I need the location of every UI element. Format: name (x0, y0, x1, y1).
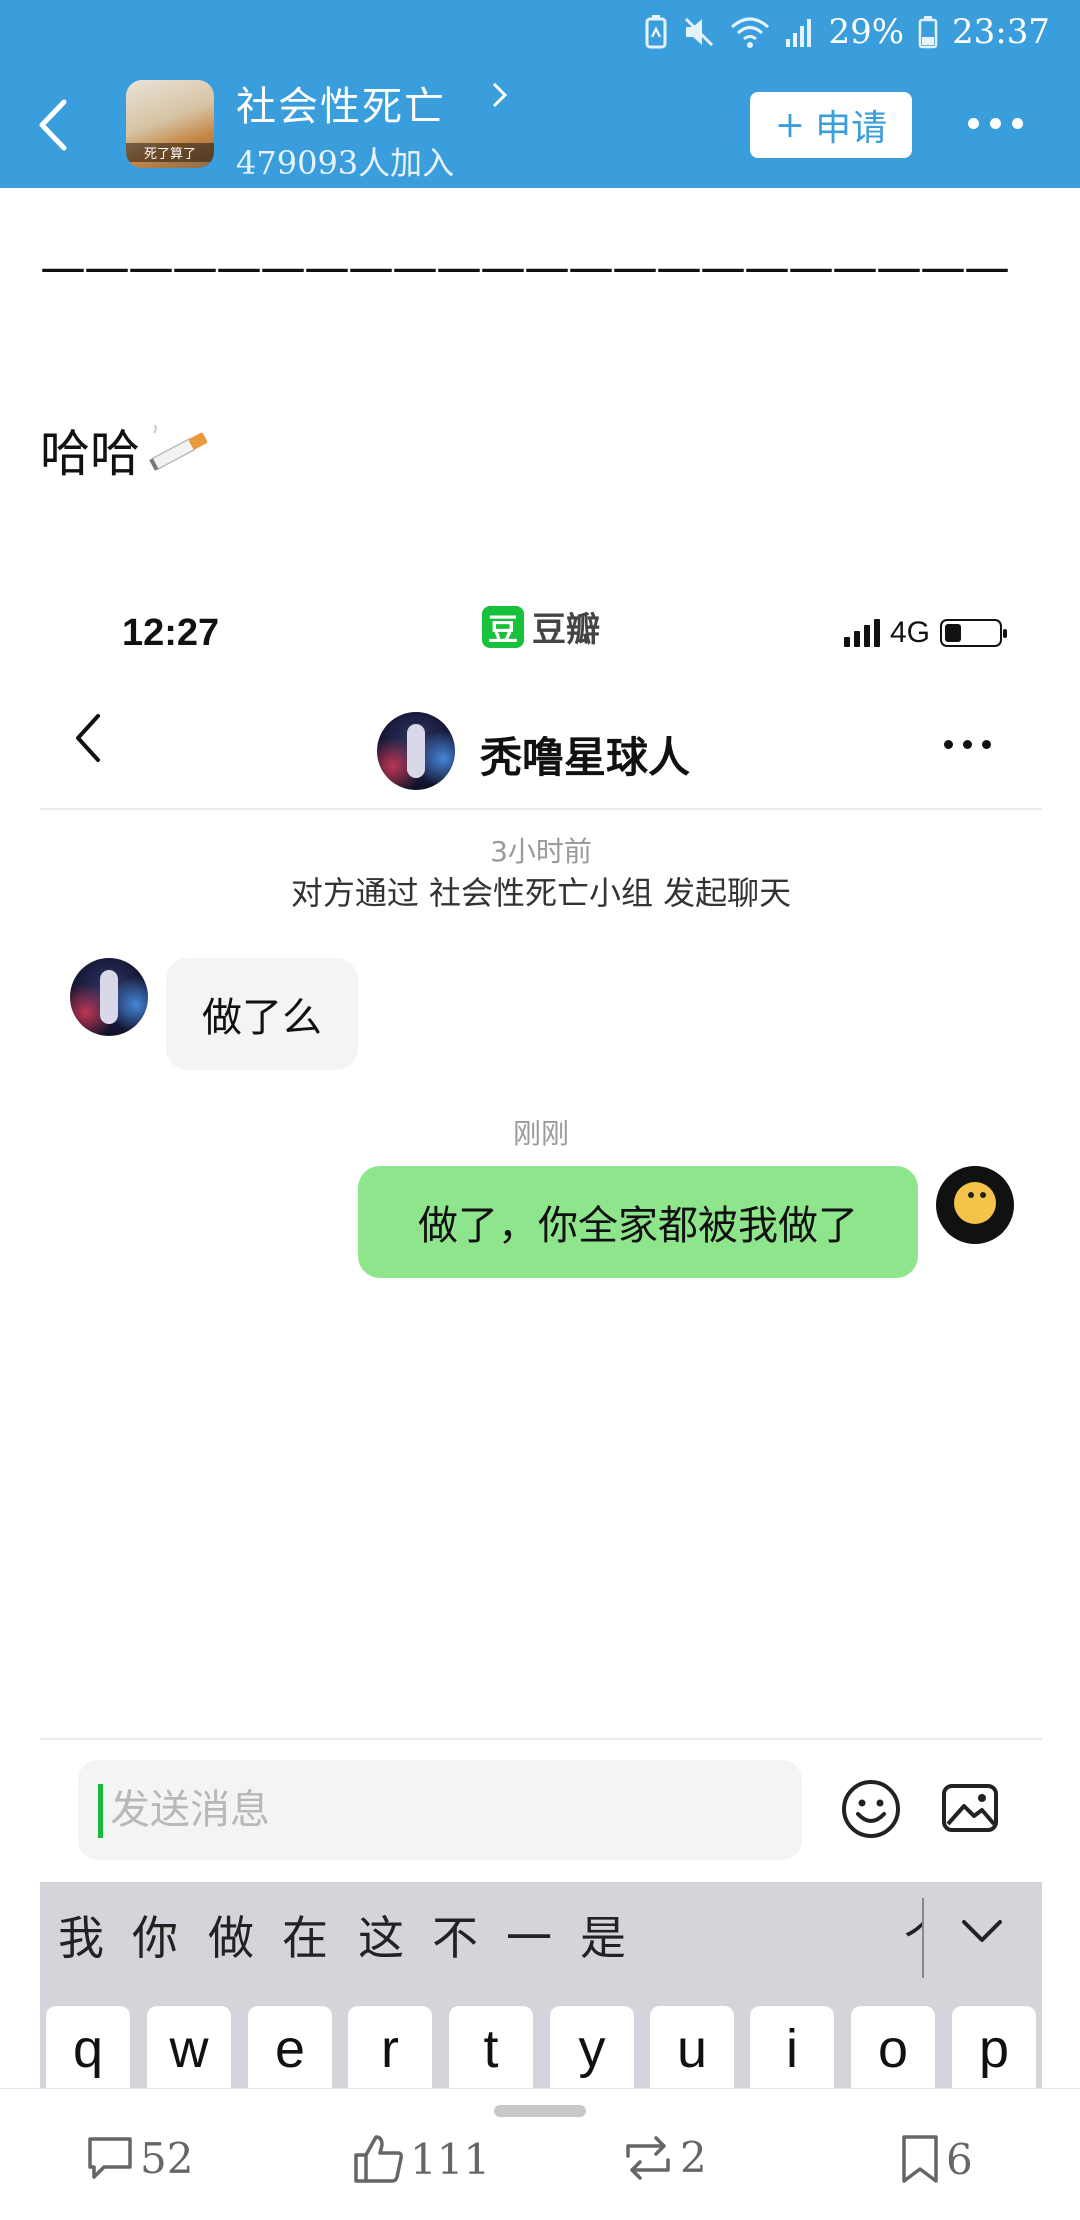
network-type: 4G (889, 616, 930, 649)
comment-count: 52 (140, 2133, 194, 2183)
key[interactable]: i (750, 2006, 834, 2090)
text-caret (98, 1784, 103, 1838)
key[interactable]: o (851, 2006, 935, 2090)
more-icon[interactable] (968, 108, 1028, 138)
emoji-icon[interactable] (840, 1778, 902, 1840)
drag-handle[interactable] (494, 2105, 586, 2117)
action-bar: 52 111 2 6 (0, 2088, 1080, 2220)
comment-button[interactable]: 52 (84, 2133, 193, 2183)
key[interactable]: t (449, 2006, 533, 2090)
apply-button[interactable]: + 申请 (750, 92, 912, 158)
key[interactable]: e (248, 2006, 332, 2090)
group-member-count: 479093人加入 (236, 144, 455, 182)
screenshot-time: 12:27 (122, 612, 220, 654)
battery-saver-icon (645, 15, 667, 49)
like-count: 111 (410, 2134, 491, 2184)
input-divider (40, 1738, 1042, 1740)
bookmark-count: 6 (946, 2134, 973, 2184)
cell-signal-icon (786, 19, 812, 47)
plus-icon: + (774, 104, 806, 146)
wifi-icon (731, 17, 770, 48)
duck-avatar-icon (954, 1182, 996, 1224)
key[interactable]: u (650, 2006, 734, 2090)
douban-name: 豆瓣 (532, 610, 600, 650)
timestamp-1: 3小时前 (490, 835, 592, 868)
battery-percent: 29% (828, 12, 905, 52)
message-input[interactable] (78, 1760, 802, 1860)
status-time: 23:37 (952, 12, 1050, 52)
candidate[interactable]: 我 (58, 1902, 104, 1968)
candidate[interactable]: 你 (132, 1902, 178, 1968)
group-header: 29% 23:37 死了算了 社会性死亡 479093人加入 + 申请 (0, 0, 1080, 188)
candidate[interactable]: 做 (208, 1902, 254, 1968)
group-avatar[interactable]: 死了算了 (126, 80, 214, 168)
group-name[interactable]: 社会性死亡 (236, 74, 446, 132)
chevron-right-icon[interactable] (490, 80, 510, 110)
keyboard-collapse-icon[interactable] (960, 1912, 1004, 1952)
outgoing-message: 做了，你全家都被我做了 (358, 1166, 918, 1278)
self-avatar[interactable] (936, 1166, 1014, 1244)
chat-back-icon[interactable] (68, 708, 108, 768)
status-bar: 29% 23:37 (644, 0, 1050, 64)
chat-peer-avatar[interactable] (377, 712, 455, 790)
bookmark-icon (902, 2135, 938, 2183)
candidate[interactable]: 是 (580, 1902, 626, 1968)
like-icon (354, 2135, 403, 2183)
chat-more-icon[interactable] (944, 740, 991, 749)
candidate[interactable]: 不 (432, 1902, 478, 1968)
mute-icon (685, 17, 714, 47)
candidate[interactable]: 一 (506, 1902, 552, 1968)
repost-icon (626, 2135, 670, 2180)
timestamp-2: 刚刚 (512, 1117, 569, 1150)
chat-title: 秃噜星球人 (480, 733, 691, 782)
screenshot-status-bar: 4G (843, 616, 1007, 650)
candidate-separator (922, 1898, 924, 1978)
post-divider-text: —————————————————————— (40, 240, 1010, 294)
key[interactable]: p (952, 2006, 1036, 2090)
embedded-chat-screenshot: 12:27 豆 豆瓣 4G 秃噜星球人 3小时前 对方通过 社会性死亡小组 发起… (40, 580, 1042, 2090)
key[interactable]: r (348, 2006, 432, 2090)
back-arrow-icon[interactable] (30, 90, 80, 160)
chat-header-divider (40, 808, 1042, 810)
candidate[interactable]: 在 (282, 1902, 328, 1968)
candidate[interactable]: 这 (358, 1902, 404, 1968)
key[interactable]: y (550, 2006, 634, 2090)
douban-badge: 豆 豆瓣 (482, 602, 600, 651)
post-text: 哈哈 (40, 414, 212, 486)
signal-icon (843, 619, 880, 647)
ime-keyboard: 我 你 做 在 这 不 一 是 个 q w e r t y u i o p (40, 1882, 1042, 2090)
comment-icon (88, 2137, 132, 2179)
cigarette-icon (149, 425, 208, 471)
image-icon[interactable] (940, 1780, 1000, 1836)
like-button[interactable]: 111 (352, 2133, 490, 2185)
candidate[interactable]: 个 (904, 1902, 924, 1968)
key[interactable]: w (147, 2006, 231, 2090)
bookmark-button[interactable]: 6 (898, 2133, 973, 2185)
apply-button-label: 申请 (815, 108, 888, 149)
incoming-message: 做了么 (166, 958, 358, 1070)
battery-icon (940, 619, 1007, 647)
system-message: 对方通过 社会性死亡小组 发起聊天 (290, 874, 792, 912)
candidate-bar: 我 你 做 在 这 不 一 是 个 (40, 1882, 1042, 1982)
repost-button[interactable]: 2 (620, 2133, 707, 2182)
repost-count: 2 (680, 2133, 707, 2182)
battery-icon (918, 16, 938, 49)
douban-logo-icon: 豆 (482, 605, 524, 648)
post-text-content: 哈哈 (40, 425, 140, 483)
group-avatar-caption: 死了算了 (126, 143, 214, 162)
incoming-avatar[interactable] (70, 958, 148, 1036)
key[interactable]: q (46, 2006, 130, 2090)
